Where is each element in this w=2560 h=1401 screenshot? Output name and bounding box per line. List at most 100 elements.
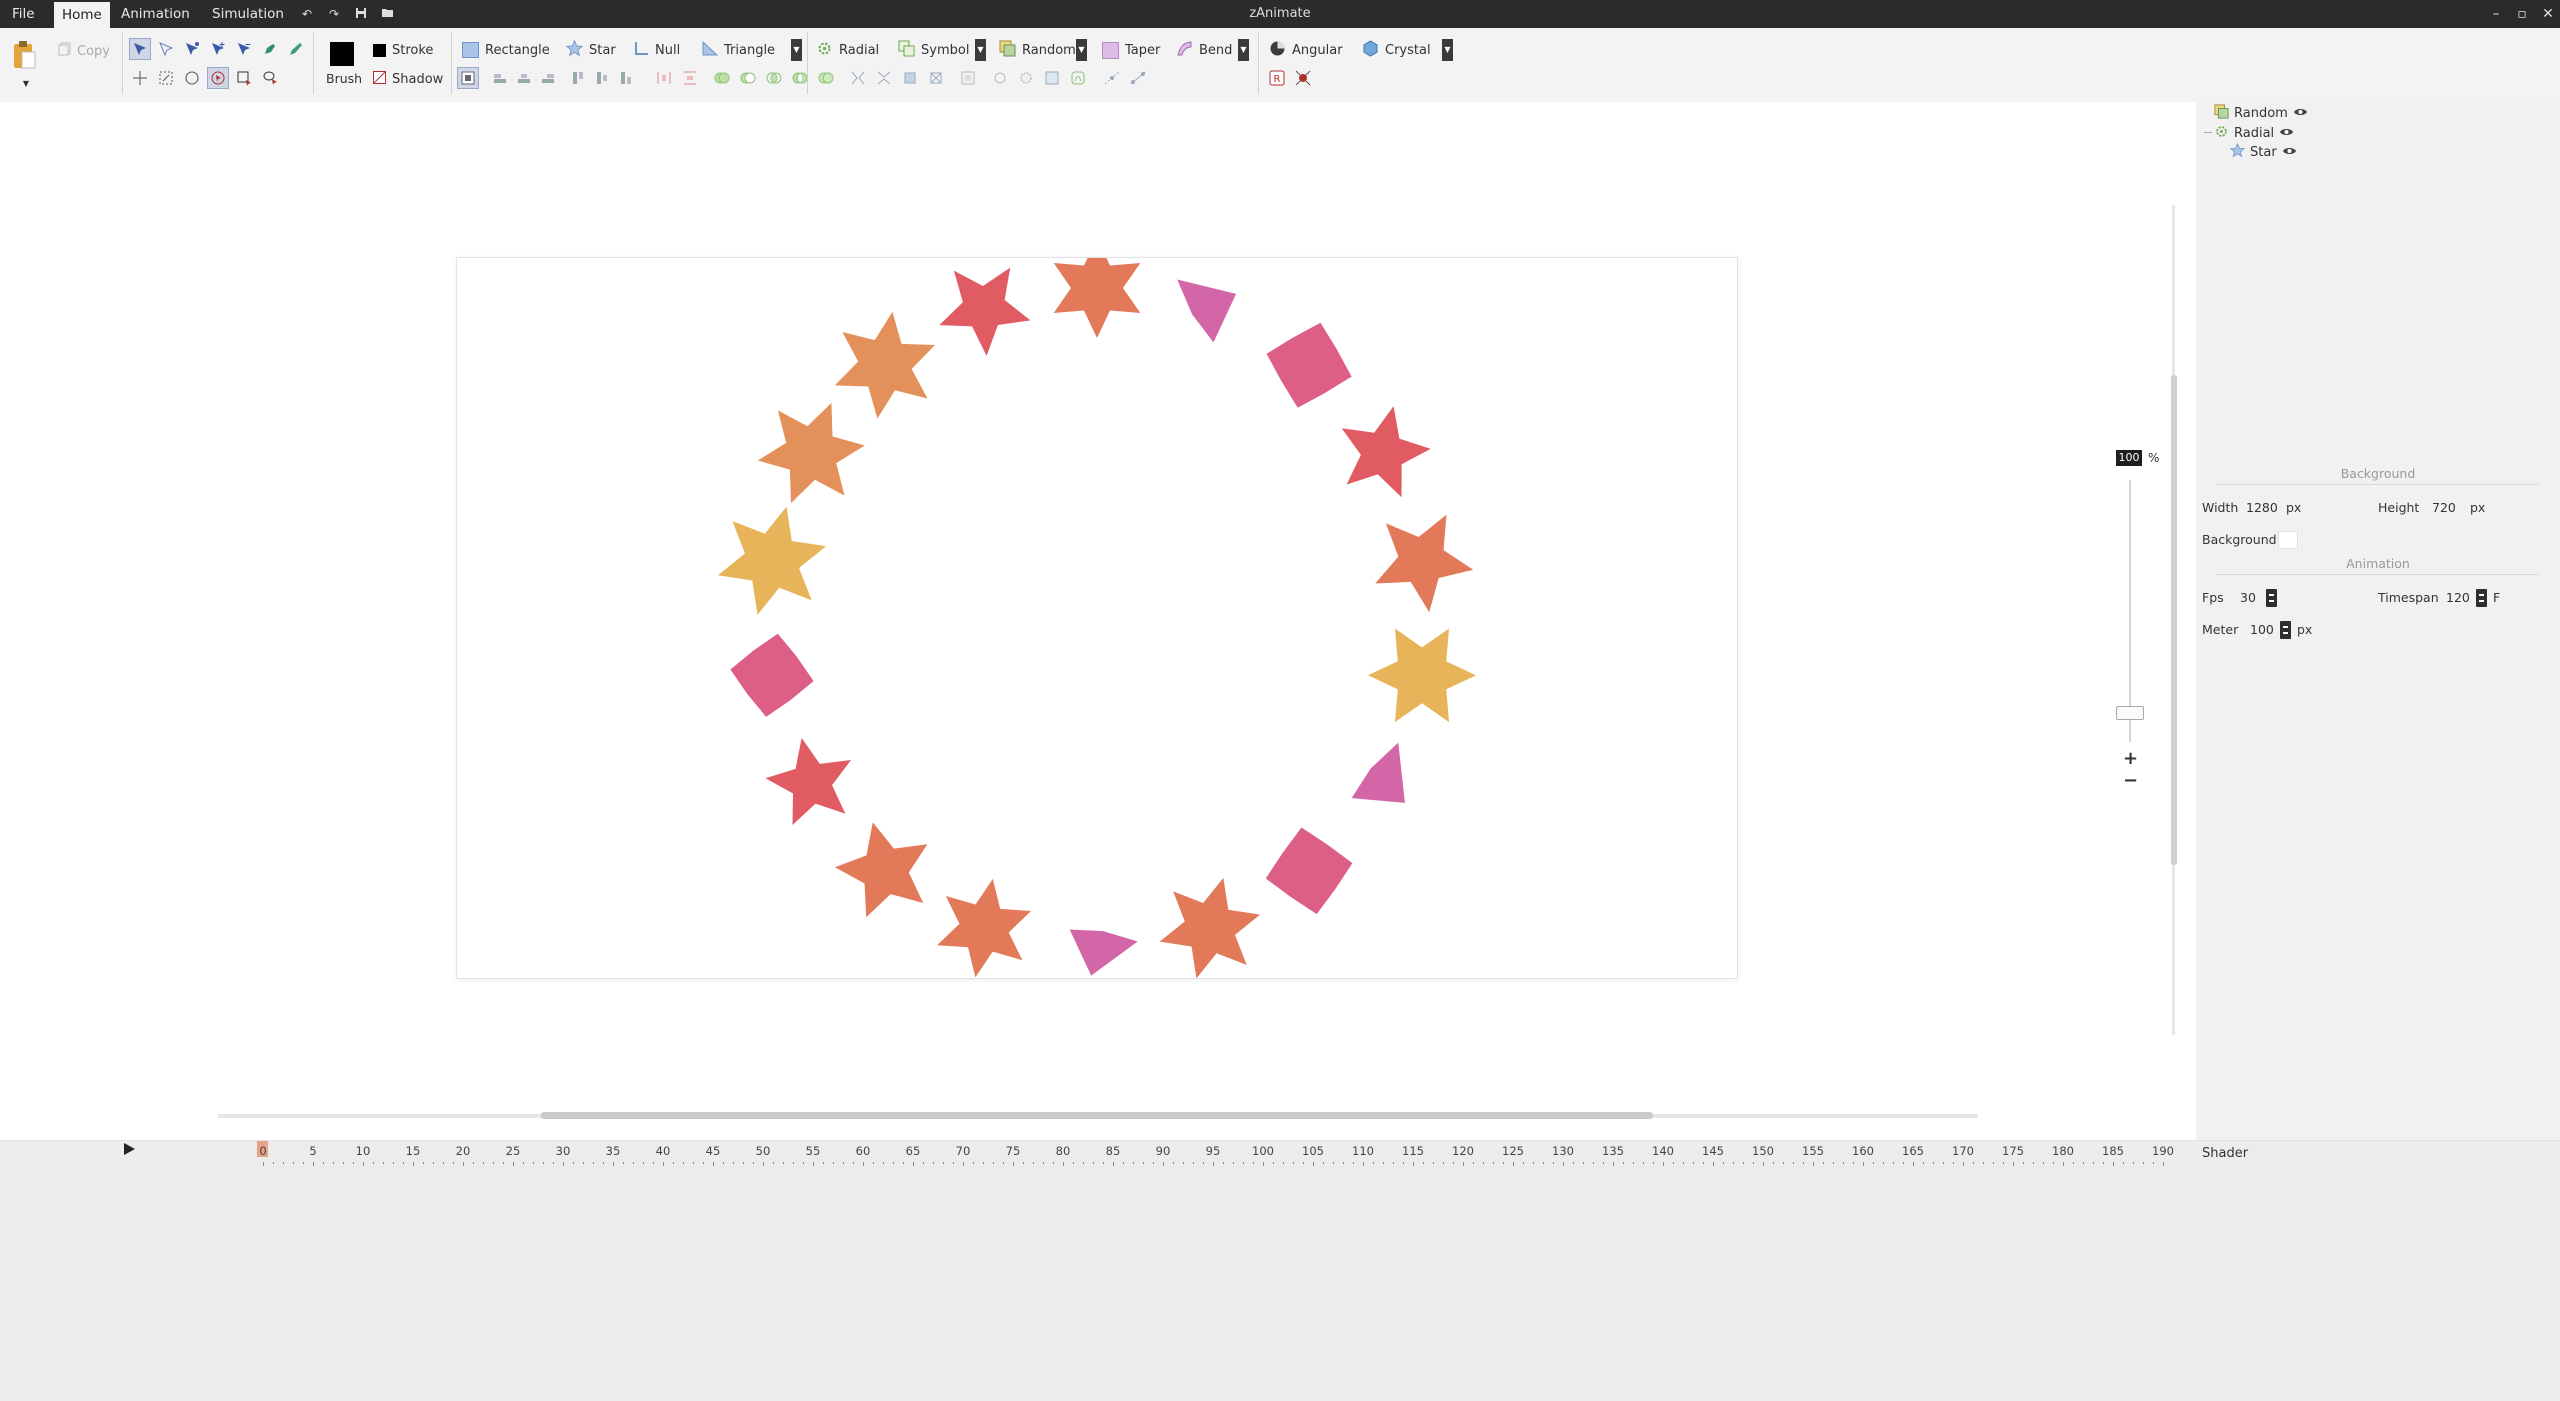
flip-horizontal-icon[interactable]: [848, 68, 868, 88]
zoom-slider-thumb[interactable]: [2116, 706, 2144, 720]
eye-icon[interactable]: [2293, 106, 2308, 121]
meter-stepper[interactable]: [2280, 621, 2291, 639]
circle-icon[interactable]: [1016, 68, 1036, 88]
marquee-tool-icon[interactable]: [234, 68, 254, 88]
zoom-slider-track[interactable]: [2129, 480, 2131, 742]
angular-button[interactable]: Angular: [1269, 39, 1343, 61]
copy-button[interactable]: Copy: [58, 40, 110, 62]
menu-animation[interactable]: Animation: [113, 0, 198, 28]
align-right-icon[interactable]: [538, 68, 558, 88]
minimize-icon[interactable]: –: [2482, 0, 2510, 28]
select-tool-icon[interactable]: [129, 38, 151, 60]
ungroup-icon[interactable]: [926, 68, 946, 88]
align-bottom-icon[interactable]: [616, 68, 636, 88]
symbol-dropdown-icon[interactable]: ▼: [975, 39, 986, 61]
record-icon[interactable]: R: [1267, 68, 1287, 88]
canvas[interactable]: [457, 238, 1737, 979]
node-join-icon[interactable]: [1102, 68, 1122, 88]
eye-icon[interactable]: [2282, 145, 2297, 160]
tree-item-star[interactable]: Star: [2229, 142, 2297, 161]
union-icon[interactable]: [712, 68, 732, 88]
vertical-scrollbar-thumb[interactable]: [2171, 375, 2177, 865]
star-shape[interactable]: [725, 628, 820, 723]
scale-tool-icon[interactable]: [156, 68, 176, 88]
menu-file[interactable]: File: [4, 0, 43, 28]
timespan-stepper[interactable]: [2476, 589, 2487, 607]
save-icon[interactable]: [354, 7, 368, 21]
zoom-in-icon[interactable]: +: [2123, 750, 2138, 768]
star-shape[interactable]: [1057, 918, 1138, 978]
crystal-button[interactable]: Crystal: [1362, 39, 1431, 61]
paste-button[interactable]: [12, 38, 36, 72]
star-shape[interactable]: [1255, 311, 1363, 419]
redo-icon[interactable]: ↷: [327, 7, 341, 21]
star-shape[interactable]: [1372, 505, 1482, 619]
stroke-button[interactable]: Stroke: [373, 39, 433, 61]
direct-select-tool-icon[interactable]: [156, 39, 176, 59]
horizontal-scrollbar-thumb[interactable]: [541, 1112, 1653, 1119]
grid-icon[interactable]: [1042, 68, 1062, 88]
align-left-icon[interactable]: [490, 68, 510, 88]
rectangle-button[interactable]: Rectangle: [462, 39, 550, 61]
intersect-icon[interactable]: [764, 68, 784, 88]
eye-icon[interactable]: [2279, 126, 2294, 141]
ring-icon[interactable]: [990, 68, 1010, 88]
star-shape[interactable]: [831, 305, 939, 425]
timespan-input[interactable]: 120: [2446, 589, 2470, 607]
background-color-swatch[interactable]: [2278, 531, 2298, 549]
radial-button[interactable]: Radial: [816, 39, 879, 61]
height-input[interactable]: 720: [2432, 499, 2456, 517]
menu-home[interactable]: Home: [54, 2, 110, 28]
align-middle-icon[interactable]: [592, 68, 612, 88]
star-shape[interactable]: [1344, 742, 1431, 828]
tree-item-random[interactable]: Random: [2214, 103, 2308, 122]
undo-icon[interactable]: ↶: [300, 7, 314, 21]
create-dropdown-icon[interactable]: ▼: [791, 39, 802, 61]
fps-stepper[interactable]: [2266, 589, 2277, 607]
star-shape[interactable]: [823, 808, 954, 939]
frame-icon[interactable]: [958, 68, 978, 88]
random-button[interactable]: Random: [999, 39, 1076, 61]
node-break-icon[interactable]: [1128, 68, 1148, 88]
taper-button[interactable]: Taper: [1102, 39, 1160, 61]
flip-vertical-icon[interactable]: [874, 68, 894, 88]
shadow-button[interactable]: Shadow: [373, 68, 443, 90]
lasso-tool-icon[interactable]: [260, 68, 280, 88]
divide-icon[interactable]: [816, 68, 836, 88]
open-folder-icon[interactable]: [380, 7, 394, 21]
symbol-button[interactable]: Symbol: [898, 39, 969, 61]
align-center-icon[interactable]: [514, 68, 534, 88]
zoom-out-icon[interactable]: −: [2123, 772, 2138, 790]
random-dropdown-icon[interactable]: ▼: [1076, 39, 1087, 61]
width-input[interactable]: 1280: [2246, 499, 2278, 517]
bend-button[interactable]: Bend: [1176, 39, 1232, 61]
timeline-ruler[interactable]: 0 5 10 15 20 25 30 35 40 45 50 55 60 65 70 75 80 85 90 95 10…: [255, 1144, 2185, 1166]
star-shape[interactable]: [1177, 262, 1249, 346]
subtract-icon[interactable]: [738, 68, 758, 88]
menu-simulation[interactable]: Simulation: [204, 0, 292, 28]
artwork[interactable]: [457, 238, 1737, 979]
star-shape[interactable]: [1354, 605, 1489, 745]
star-shape[interactable]: [935, 258, 1042, 364]
distribute-vertical-icon[interactable]: [680, 68, 700, 88]
play-icon[interactable]: [121, 1141, 137, 1157]
tree-item-radial[interactable]: Radial: [2214, 124, 2294, 142]
move-tool-icon[interactable]: [130, 68, 150, 88]
star-shape[interactable]: [1053, 238, 1141, 338]
group-icon[interactable]: [900, 68, 920, 88]
shader-dropdown-icon[interactable]: ▼: [1442, 39, 1453, 61]
pen-select-tool-icon[interactable]: [182, 39, 202, 59]
star-shape[interactable]: [748, 385, 875, 520]
meter-input[interactable]: 100: [2250, 621, 2274, 639]
select-object-tool-icon[interactable]: [207, 67, 229, 89]
paste-dropdown-icon[interactable]: ▼: [20, 78, 32, 88]
star-shape[interactable]: [1340, 403, 1434, 502]
pen-tool-icon[interactable]: [260, 39, 280, 59]
brush-color-swatch[interactable]: [330, 42, 354, 66]
zoom-value[interactable]: 100: [2116, 450, 2142, 466]
render-icon[interactable]: [1293, 68, 1313, 88]
bend-dropdown-icon[interactable]: ▼: [1238, 39, 1249, 61]
star-button[interactable]: Star: [565, 39, 616, 61]
star-shape[interactable]: [933, 871, 1036, 978]
close-icon[interactable]: ✕: [2534, 0, 2560, 28]
